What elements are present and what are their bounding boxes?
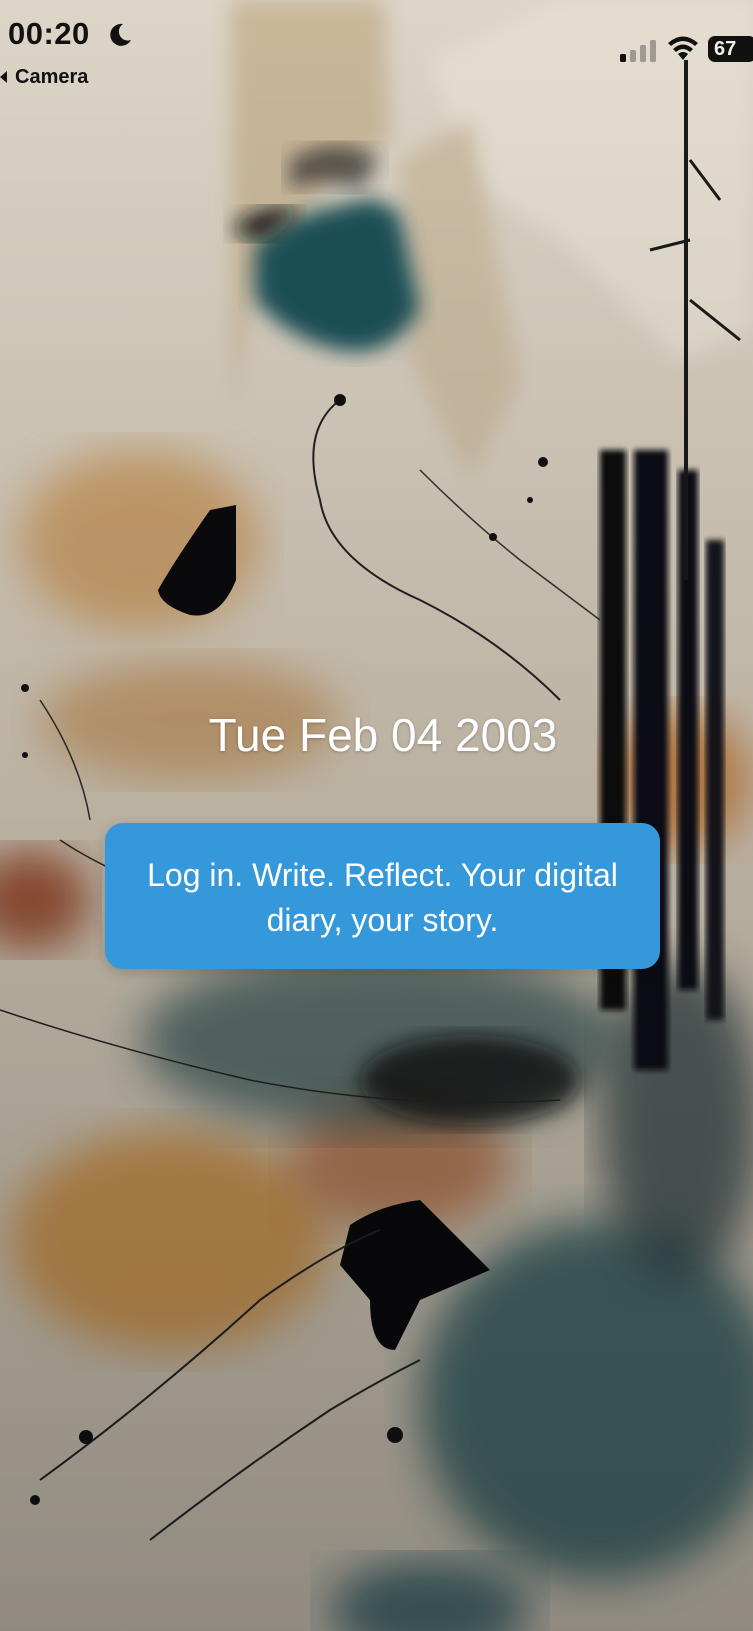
moon-icon [110,23,131,46]
battery-indicator: 67 [708,36,753,62]
back-app-label: Camera [15,65,89,88]
back-arrow-icon [0,71,7,83]
date-label: Tue Feb 04 2003 [208,709,558,761]
tagline-card[interactable]: Log in. Write. Reflect. Your digital dia… [105,823,660,969]
abstract-wallpaper [0,0,753,1631]
status-time: 00:20 [8,16,90,51]
wifi-icon [668,36,698,60]
cellular-signal-icon [620,40,656,62]
back-to-camera-link[interactable]: Camera [0,64,88,90]
phone-screen: 00:20 Camera 67 Tue Feb 04 2003 Log in. … [0,0,753,1631]
